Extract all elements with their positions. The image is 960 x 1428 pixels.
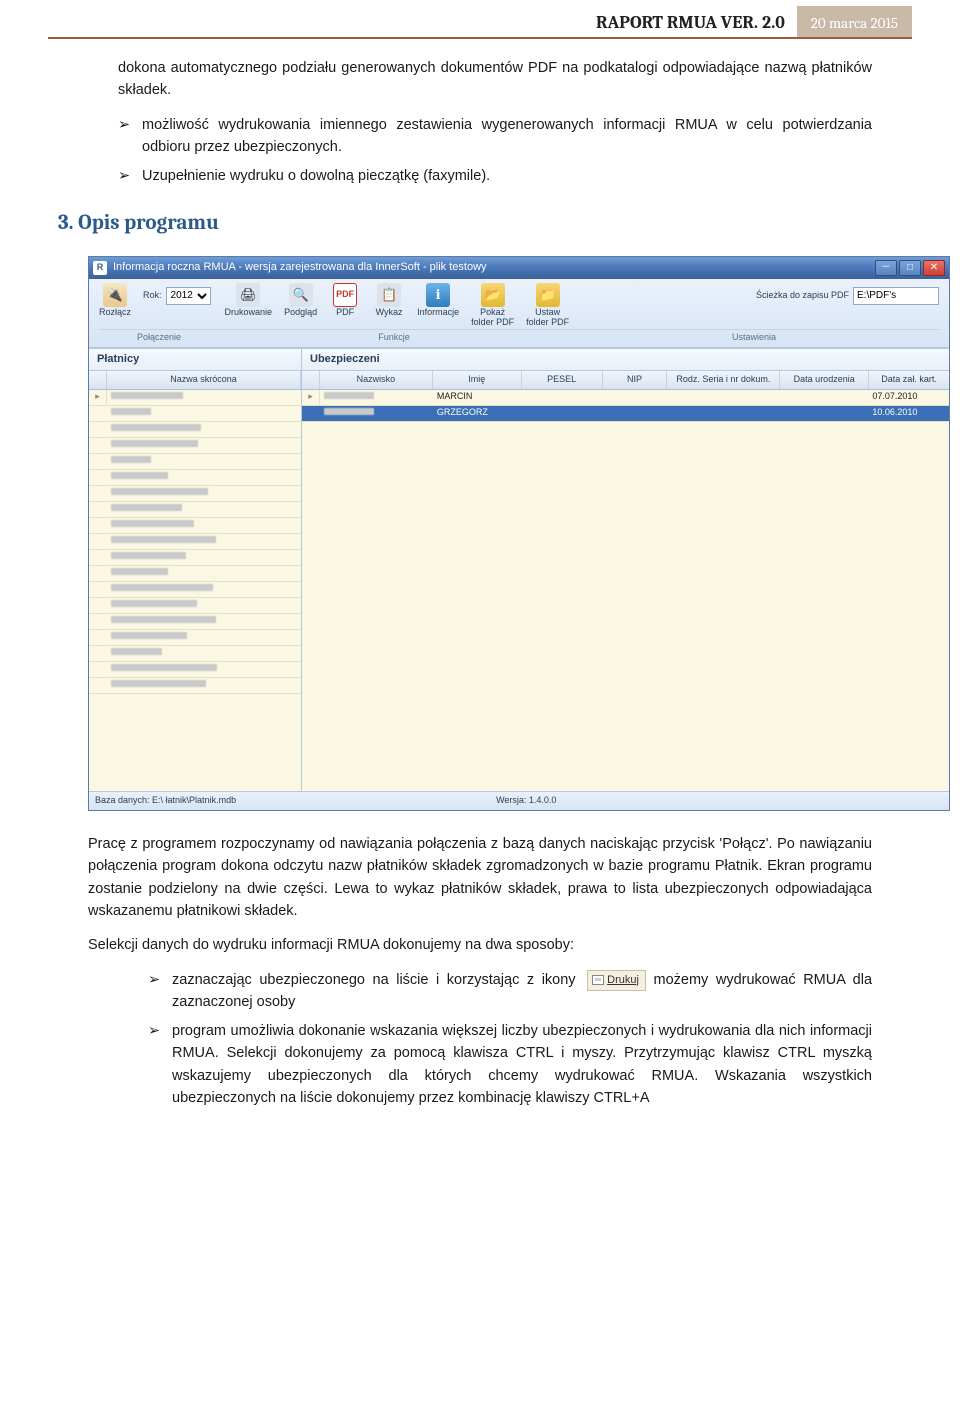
doc-date: 20 marca 2015 — [797, 6, 912, 37]
col-surname[interactable]: Nazwisko — [320, 371, 433, 389]
intro-paragraph: dokona automatycznego podziału generowan… — [118, 57, 872, 102]
window-titlebar: R Informacja roczna RMUA - wersja zareje… — [89, 257, 949, 279]
table-row[interactable]: ▸ — [89, 390, 301, 406]
maximize-button[interactable]: □ — [899, 260, 921, 276]
col-nip[interactable]: NIP — [603, 371, 668, 389]
list-icon: 📋 — [377, 283, 401, 307]
print-button[interactable]: 🖨 Drukowanie — [219, 281, 279, 319]
table-row[interactable] — [89, 662, 301, 678]
ribbon-group-settings: Ustawienia — [569, 329, 939, 345]
intro-bullets: możliwość wydrukowania imiennego zestawi… — [118, 114, 872, 187]
table-row[interactable] — [89, 614, 301, 630]
set-folder-button[interactable]: 📁 Ustaw folder PDF — [520, 281, 575, 329]
folder-open-icon: 📂 — [481, 283, 505, 307]
status-bar: Baza danych: E:\ łatnik\Platnik.mdb Wers… — [89, 791, 949, 810]
print-inline-button[interactable]: Drukuj — [587, 970, 646, 991]
doc-title: RAPORT RMUA VER. 2.0 — [596, 6, 797, 37]
main-content: dokona automatycznego podziału generowan… — [88, 57, 872, 1110]
info-button[interactable]: ℹ Informacje — [411, 281, 465, 319]
ribbon-group-functions: Funkcje — [219, 329, 569, 345]
section-heading: 3. Opis programu — [58, 207, 872, 240]
minimize-button[interactable]: － — [875, 260, 897, 276]
insured-grid[interactable]: Nazwisko Imię PESEL NIP Rodz. Seria i nr… — [302, 371, 949, 791]
payers-grid[interactable]: Nazwa skrócona ▸ — [89, 371, 302, 791]
table-row[interactable] — [89, 630, 301, 646]
panel-title-payers: Płatnicy — [89, 349, 302, 370]
folder-gear-icon: 📁 — [536, 283, 560, 307]
col-card-date[interactable]: Data zał. kart. — [869, 371, 949, 389]
ribbon: 🔌 Rozłącz Rok: 2012 🖨 Drukowanie 🔍 Podgl… — [89, 279, 949, 348]
printer-icon: 🖨 — [236, 283, 260, 307]
year-selector[interactable]: Rok: 2012 — [137, 281, 219, 305]
table-row[interactable] — [89, 582, 301, 598]
panel-title-insured: Ubezpieczeni — [302, 349, 388, 370]
col-birthdate[interactable]: Data urodzenia — [780, 371, 869, 389]
app-screenshot: R Informacja roczna RMUA - wersja zareje… — [88, 256, 950, 811]
window-title: Informacja roczna RMUA - wersja zarejest… — [113, 259, 873, 276]
disconnect-icon: 🔌 — [103, 283, 127, 307]
window-controls: － □ ✕ — [873, 260, 945, 276]
year-select[interactable]: 2012 — [166, 287, 211, 305]
method-multiple: program umożliwia dokonanie wskazania wi… — [148, 1020, 872, 1110]
payers-grid-header: Nazwa skrócona — [89, 371, 301, 390]
pdf-button[interactable]: PDF PDF — [323, 281, 367, 319]
bullet-stamp: Uzupełnienie wydruku o dowolną pieczątkę… — [118, 165, 872, 187]
table-row[interactable] — [89, 486, 301, 502]
info-icon: ℹ — [426, 283, 450, 307]
method-single: zaznaczając ubezpieczonego na liście i k… — [148, 969, 872, 1014]
app-icon: R — [93, 261, 107, 275]
show-folder-button[interactable]: 📂 Pokaż folder PDF — [465, 281, 520, 329]
ribbon-group-connection: Połączenie — [99, 329, 219, 345]
pdf-path-input[interactable] — [853, 287, 939, 305]
col-firstname[interactable]: Imię — [433, 371, 522, 389]
pdf-icon: PDF — [333, 283, 357, 307]
table-row[interactable] — [89, 534, 301, 550]
col-doc[interactable]: Rodz. Seria i nr dokum. — [667, 371, 780, 389]
selection-methods: zaznaczając ubezpieczonego na liście i k… — [148, 969, 872, 1110]
table-row[interactable] — [89, 550, 301, 566]
table-row[interactable] — [89, 454, 301, 470]
table-row[interactable] — [89, 502, 301, 518]
bullet-print-list: możliwość wydrukowania imiennego zestawi… — [118, 114, 872, 159]
table-row[interactable] — [89, 566, 301, 582]
table-row[interactable] — [89, 438, 301, 454]
body-p1: Pracę z programem rozpoczynamy od nawiąz… — [88, 833, 872, 923]
table-row[interactable] — [89, 422, 301, 438]
close-button[interactable]: ✕ — [923, 260, 945, 276]
printer-small-icon — [592, 975, 604, 985]
list-button[interactable]: 📋 Wykaz — [367, 281, 411, 319]
table-row[interactable] — [89, 678, 301, 694]
preview-icon: 🔍 — [289, 283, 313, 307]
col-pesel[interactable]: PESEL — [522, 371, 603, 389]
status-version: Wersja: 1.4.0.0 — [496, 794, 556, 808]
disconnect-button[interactable]: 🔌 Rozłącz — [93, 281, 137, 319]
table-row[interactable] — [89, 470, 301, 486]
table-row[interactable] — [89, 406, 301, 422]
table-row[interactable]: GRZEGORZ10.06.2010 — [302, 406, 949, 422]
pdf-path-label: Ścieżka do zapisu PDF — [756, 289, 849, 303]
table-row[interactable] — [89, 598, 301, 614]
body-p2: Selekcji danych do wydruku informacji RM… — [88, 934, 872, 956]
status-db-path: Baza danych: E:\ łatnik\Platnik.mdb — [95, 794, 236, 808]
table-row[interactable] — [89, 646, 301, 662]
col-short-name[interactable]: Nazwa skrócona — [107, 371, 301, 389]
page-header: RAPORT RMUA VER. 2.0 20 marca 2015 — [48, 6, 912, 39]
table-row[interactable] — [89, 518, 301, 534]
insured-grid-header: Nazwisko Imię PESEL NIP Rodz. Seria i nr… — [302, 371, 949, 390]
pdf-path-group: Ścieżka do zapisu PDF — [744, 281, 945, 305]
preview-button[interactable]: 🔍 Podgląd — [278, 281, 323, 319]
panel-titles: Płatnicy Ubezpieczeni — [89, 348, 949, 371]
table-row[interactable]: ▸MARCIN07.07.2010 — [302, 390, 949, 406]
